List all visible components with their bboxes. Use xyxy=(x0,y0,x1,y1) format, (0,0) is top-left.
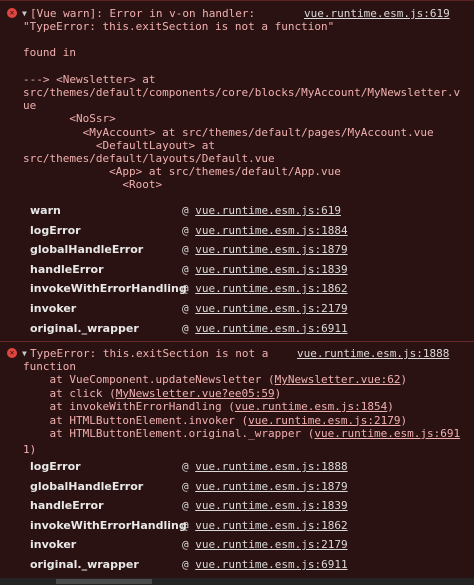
stack-function-name: original._wrapper xyxy=(30,558,139,571)
trace-text: at VueComponent.updateNewsletter ( xyxy=(23,373,275,386)
at-symbol: @ xyxy=(182,262,189,276)
stack-function-name: globalHandleError xyxy=(30,479,144,493)
stack-source-link[interactable]: vue.runtime.esm.js:1839 xyxy=(195,499,347,512)
stack-source-link[interactable]: vue.runtime.esm.js:1884 xyxy=(195,224,347,237)
message-header-text: [Vue warn]: Error in v-on handler: xyxy=(30,7,256,20)
stack-trace-line: at HTMLButtonElement.invoker (vue.runtim… xyxy=(23,414,407,427)
message-source-link[interactable]: vue.runtime.esm.js:1888 xyxy=(297,347,449,360)
message-line: src/themes/default/layouts/Default.vue xyxy=(23,152,275,165)
stack-source: @ vue.runtime.esm.js:1839 xyxy=(182,499,348,512)
stack-source-link[interactable]: vue.runtime.esm.js:1879 xyxy=(195,243,347,256)
stack-source: @ vue.runtime.esm.js:1862 xyxy=(182,282,348,295)
at-symbol: @ xyxy=(182,282,189,296)
message-line: found in xyxy=(23,46,76,60)
at-symbol: @ xyxy=(182,302,189,315)
scrollbar-thumb[interactable] xyxy=(56,579,152,584)
stack-function-name: invoker xyxy=(30,538,77,552)
trace-source-link[interactable]: MyNewsletter.vue?ee05:59 xyxy=(116,387,275,400)
stack-source-link[interactable]: vue.runtime.esm.js:1879 xyxy=(195,480,347,493)
trace-source-link[interactable]: vue.runtime.esm.js:2179 xyxy=(248,414,400,427)
stack-trace-line: at click (MyNewsletter.vue?ee05:59) xyxy=(23,387,281,400)
at-symbol: @ xyxy=(182,223,189,237)
stack-source-link[interactable]: vue.runtime.esm.js:6911 xyxy=(195,558,347,571)
stack-trace-line: at invokeWithErrorHandling (vue.runtime.… xyxy=(23,400,394,413)
stack-source-link[interactable]: vue.runtime.esm.js:1862 xyxy=(195,282,347,295)
stack-source: @ vue.runtime.esm.js:1862 xyxy=(182,519,348,532)
trace-source-link[interactable]: vue.runtime.esm.js:1854 xyxy=(235,400,387,413)
at-symbol: @ xyxy=(182,243,189,257)
stack-function-name: handleError xyxy=(30,262,104,276)
expand-triangle-icon[interactable]: ▼ xyxy=(22,347,27,360)
trace-text: ) xyxy=(400,373,408,386)
stack-source: @ vue.runtime.esm.js:1839 xyxy=(182,263,348,276)
error-x-icon: ✕ xyxy=(7,348,17,358)
stack-function-name: invokeWithErrorHandling xyxy=(30,282,187,296)
stack-source: @ vue.runtime.esm.js:1888 xyxy=(182,460,348,473)
message-line: ---> <Newsletter> at xyxy=(23,72,156,86)
message-line: <Root> xyxy=(23,178,163,192)
trace-text: at HTMLButtonElement.original._wrapper ( xyxy=(23,427,315,440)
trace-text: at invokeWithErrorHandling ( xyxy=(23,400,235,413)
stack-function-name: invoker xyxy=(30,302,77,315)
at-symbol: @ xyxy=(182,499,189,513)
message-header-text: TypeError: this.exitSection is not a xyxy=(30,347,269,360)
expand-triangle-icon[interactable]: ▼ xyxy=(22,7,27,20)
stack-source-link[interactable]: vue.runtime.esm.js:1888 xyxy=(195,460,347,473)
stack-trace-wrap: 1) xyxy=(23,443,37,456)
horizontal-scrollbar[interactable] xyxy=(0,578,474,585)
stack-source-link[interactable]: vue.runtime.esm.js:2179 xyxy=(195,538,347,551)
stack-function-name: invokeWithErrorHandling xyxy=(30,518,187,532)
message-source-link[interactable]: vue.runtime.esm.js:619 xyxy=(304,7,450,20)
trace-source-link[interactable]: vue.runtime.esm.js:691 xyxy=(314,427,460,440)
stack-function-name: handleError xyxy=(30,499,104,513)
stack-source-link[interactable]: vue.runtime.esm.js:619 xyxy=(195,204,341,217)
stack-function-name: logError xyxy=(30,460,81,473)
at-symbol: @ xyxy=(182,479,189,493)
trace-text: ) xyxy=(387,400,394,413)
error-x-icon: ✕ xyxy=(7,8,17,18)
stack-trace-line: at HTMLButtonElement.original._wrapper (… xyxy=(23,427,460,440)
stack-source: @ vue.runtime.esm.js:6911 xyxy=(182,322,348,335)
at-symbol: @ xyxy=(182,558,189,571)
at-symbol: @ xyxy=(182,321,189,335)
message-header-continued: function xyxy=(23,360,76,373)
message-line: <MyAccount> at src/themes/default/pages/… xyxy=(23,125,434,139)
stack-source-link[interactable]: vue.runtime.esm.js:6911 xyxy=(195,322,347,335)
stack-function-name: warn xyxy=(30,204,61,217)
trace-text: ) xyxy=(274,386,282,400)
stack-source: @ vue.runtime.esm.js:6911 xyxy=(182,558,348,571)
stack-source-link[interactable]: vue.runtime.esm.js:2179 xyxy=(195,302,347,315)
stack-trace-line: at VueComponent.updateNewsletter (MyNews… xyxy=(23,373,407,386)
at-symbol: @ xyxy=(182,538,189,552)
stack-source: @ vue.runtime.esm.js:2179 xyxy=(182,538,348,551)
message-line: src/themes/default/components/core/block… xyxy=(23,86,461,99)
trace-source-link[interactable]: MyNewsletter.vue:62 xyxy=(275,373,401,386)
stack-source: @ vue.runtime.esm.js:1879 xyxy=(182,243,348,256)
stack-function-name: original._wrapper xyxy=(30,321,139,335)
message-line: <NoSsr> xyxy=(23,112,116,126)
stack-source-link[interactable]: vue.runtime.esm.js:1862 xyxy=(195,519,347,532)
stack-source: @ vue.runtime.esm.js:2179 xyxy=(182,302,348,315)
at-symbol: @ xyxy=(182,518,189,532)
stack-source-link[interactable]: vue.runtime.esm.js:1839 xyxy=(195,263,347,276)
console-message-vue-warn: ✕ ▼ [Vue warn]: Error in v-on handler: v… xyxy=(0,0,474,341)
at-symbol: @ xyxy=(182,204,189,217)
stack-source: @ vue.runtime.esm.js:619 xyxy=(182,204,341,217)
message-line: <DefaultLayout> at xyxy=(23,138,216,152)
stack-function-name: globalHandleError xyxy=(30,243,144,257)
message-line: <App> at src/themes/default/App.vue xyxy=(23,165,341,179)
message-line: "TypeError: this.exitSection is not a fu… xyxy=(23,20,335,33)
trace-text: at click ( xyxy=(23,386,116,400)
stack-source: @ vue.runtime.esm.js:1879 xyxy=(182,480,348,493)
at-symbol: @ xyxy=(182,460,189,473)
message-line: ue xyxy=(23,99,37,113)
stack-function-name: logError xyxy=(30,223,81,237)
stack-source: @ vue.runtime.esm.js:1884 xyxy=(182,224,348,237)
trace-text: ) xyxy=(400,413,408,427)
console-message-type-error: ✕ ▼ TypeError: this.exitSection is not a… xyxy=(0,341,474,578)
trace-text: at HTMLButtonElement.invoker ( xyxy=(23,413,249,427)
